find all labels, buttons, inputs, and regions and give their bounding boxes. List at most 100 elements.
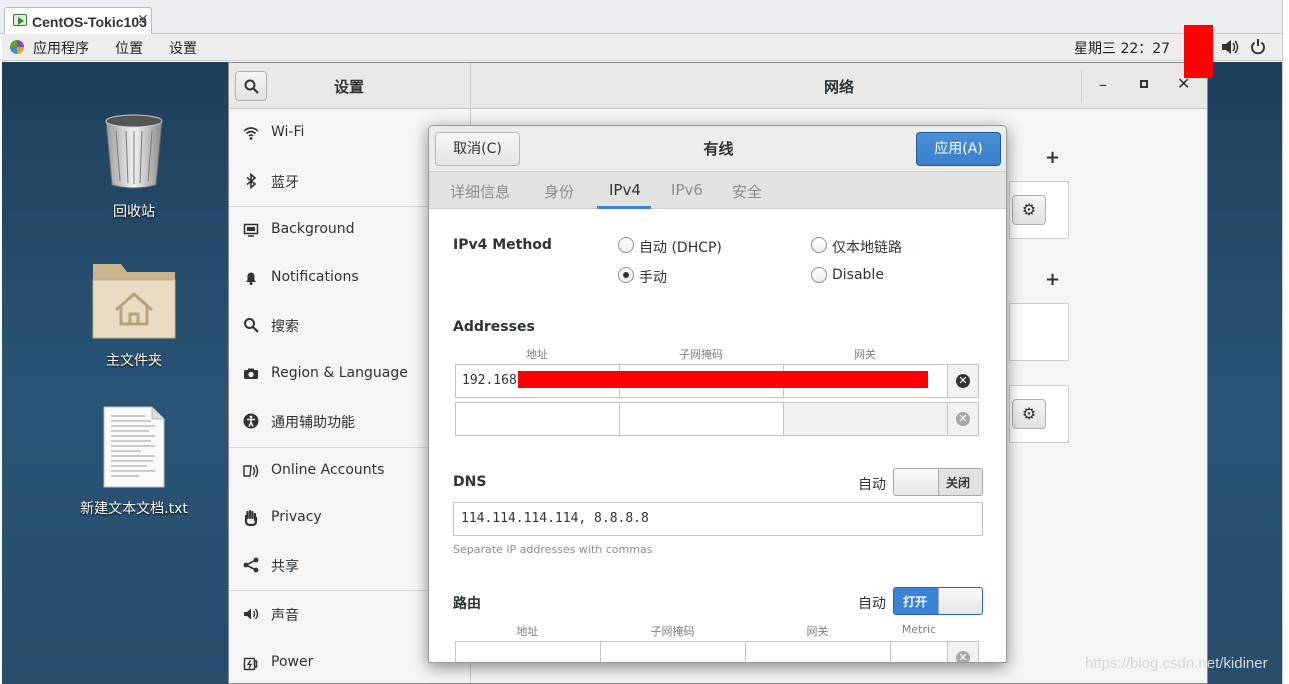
vm-tab-title: CentOS-Tokic103	[32, 14, 147, 30]
desktop-icon-trash[interactable]: 回收站	[74, 113, 194, 221]
redaction-box	[1184, 25, 1213, 78]
dns-auto-switch[interactable]: 关闭	[893, 468, 983, 496]
proxy-settings-button[interactable]: ⚙	[1012, 399, 1046, 429]
online-accounts-icon	[243, 464, 259, 478]
home-folder-icon	[92, 264, 176, 339]
remove-address-button[interactable]: ✕	[947, 364, 979, 398]
route-column-metric: Metric	[901, 623, 937, 636]
places-menu[interactable]: 位置	[115, 38, 143, 58]
text-file-icon	[103, 406, 165, 488]
vm-tab-bar: CentOS-Tokic103 ✕	[0, 0, 1289, 34]
watermark: https://blog.csdn.net/kidiner	[1085, 655, 1268, 672]
radio-link-local[interactable]	[811, 237, 827, 253]
settings-menu[interactable]: 设置	[169, 38, 197, 58]
gnome-top-bar: 应用程序 位置 设置 星期三 22：27	[2, 34, 1282, 61]
route-netmask-field[interactable]	[600, 641, 746, 662]
window-edge	[1282, 0, 1289, 684]
switch-state-label: 关闭	[946, 476, 971, 490]
add-connection-icon[interactable]: +	[1045, 147, 1060, 168]
sidebar-item-label: Online Accounts	[271, 462, 385, 478]
addresses-label: Addresses	[453, 319, 535, 335]
vm-tab[interactable]: CentOS-Tokic103 ✕	[4, 7, 152, 34]
route-address-field[interactable]	[455, 641, 601, 662]
radio-dhcp-label[interactable]: 自动 (DHCP)	[639, 237, 722, 257]
hand-icon	[244, 510, 258, 526]
radio-link-local-label[interactable]: 仅本地链路	[832, 237, 902, 257]
remove-route-button[interactable]: ✕	[947, 641, 979, 662]
radio-manual-label[interactable]: 手动	[639, 267, 667, 287]
apply-button[interactable]: 应用(A)	[916, 132, 1001, 166]
column-address: 地址	[526, 348, 548, 361]
switch-knob	[938, 588, 982, 614]
gear-icon: ⚙	[1021, 200, 1037, 219]
wired-settings-button[interactable]: ⚙	[1012, 195, 1046, 225]
clock[interactable]: 星期三 22：27	[1074, 38, 1170, 58]
active-tab-indicator	[597, 206, 651, 209]
remove-address-button-disabled[interactable]: ✕	[947, 402, 979, 436]
panel-header: 网络 – ✕	[471, 63, 1207, 109]
tab-identity[interactable]: 身份	[544, 181, 574, 202]
power-icon[interactable]	[1250, 38, 1266, 55]
route-column-netmask: 子网掩码	[650, 625, 695, 638]
desktop-icon-label: 新建文本文档.txt	[80, 501, 188, 517]
sidebar-item-label: 共享	[271, 559, 299, 575]
desktop-icon-textfile[interactable]: 新建文本文档.txt	[74, 406, 194, 518]
address-field-empty[interactable]	[455, 402, 620, 436]
gateway-field-empty[interactable]	[783, 402, 948, 436]
sidebar-header: 设置	[229, 63, 471, 109]
bluetooth-icon	[246, 173, 257, 189]
radio-disable[interactable]	[811, 267, 827, 283]
wired-dialog: 取消(C) 有线 应用(A) 详细信息 身份 IPv4 IPv6 安全 IPv4…	[428, 125, 1007, 663]
trash-icon	[105, 114, 163, 189]
share-icon	[243, 557, 259, 573]
route-gateway-field[interactable]	[745, 641, 891, 662]
desktop-icon-label: 回收站	[113, 204, 155, 220]
close-tab-icon[interactable]: ✕	[137, 11, 149, 28]
minimize-icon[interactable]: –	[1099, 75, 1107, 94]
radio-dhcp[interactable]	[618, 237, 634, 253]
sidebar-item-label: 声音	[271, 608, 299, 624]
tab-security[interactable]: 安全	[732, 181, 762, 202]
sidebar-item-label: Wi-Fi	[271, 124, 305, 140]
radio-disable-label[interactable]: Disable	[832, 267, 884, 283]
route-column-address: 地址	[516, 625, 539, 638]
sidebar-item-label: Region & Language	[271, 365, 408, 381]
accessibility-icon	[243, 413, 259, 429]
vm-icon	[13, 14, 27, 26]
sidebar-item-label: Background	[271, 221, 355, 237]
desktop-icon-home[interactable]: 主文件夹	[74, 258, 194, 370]
header-divider	[1081, 71, 1082, 103]
gear-icon: ⚙	[1021, 404, 1037, 423]
radio-manual[interactable]	[618, 267, 634, 283]
dns-label: DNS	[453, 474, 487, 490]
vpn-card	[1009, 303, 1069, 361]
netmask-field-empty[interactable]	[619, 402, 784, 436]
dns-input[interactable]: 114.114.114.114, 8.8.8.8	[453, 502, 983, 536]
add-vpn-icon[interactable]: +	[1045, 269, 1060, 290]
redaction-bar	[518, 371, 928, 388]
clear-icon: ✕	[956, 651, 970, 662]
clear-icon: ✕	[956, 412, 970, 426]
column-gateway: 网关	[854, 348, 876, 361]
switch-state-label: 打开	[903, 595, 928, 609]
column-netmask: 子网掩码	[679, 348, 723, 361]
sidebar-item-label: 搜索	[271, 319, 299, 335]
sidebar-item-label: 蓝牙	[271, 175, 299, 191]
sidebar-item-label: Notifications	[271, 269, 359, 285]
routes-auto-label: 自动	[858, 596, 886, 612]
volume-icon[interactable]	[1221, 39, 1239, 55]
tab-details[interactable]: 详细信息	[450, 181, 510, 202]
switch-knob	[894, 469, 939, 495]
routes-auto-switch[interactable]: 打开	[893, 587, 983, 615]
route-column-gateway: 网关	[806, 625, 829, 638]
search-icon	[244, 318, 259, 333]
tab-ipv4[interactable]: IPv4	[609, 181, 641, 199]
applications-menu[interactable]: 应用程序	[33, 38, 89, 58]
dns-value: 114.114.114.114, 8.8.8.8	[461, 511, 649, 526]
maximize-icon[interactable]	[1140, 80, 1148, 88]
dialog-header: 取消(C) 有线 应用(A)	[429, 126, 1006, 172]
tab-ipv6[interactable]: IPv6	[671, 181, 703, 199]
power-icon	[243, 657, 258, 671]
route-metric-field[interactable]	[890, 641, 948, 662]
clear-icon: ✕	[956, 374, 970, 388]
